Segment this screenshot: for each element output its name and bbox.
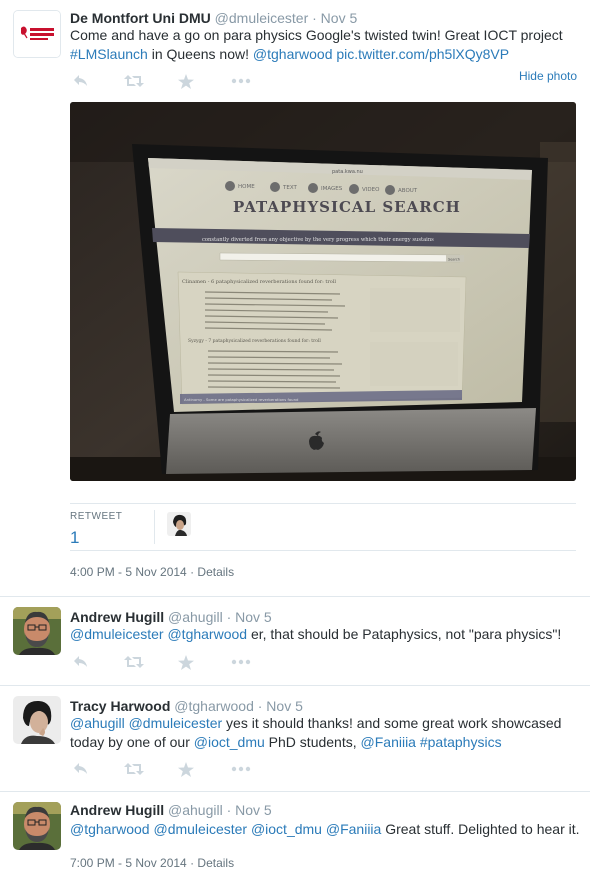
timestamp-text: 4:00 PM - 5 Nov 2014 [70, 565, 187, 579]
results-heading: Clinamen - 6 pataphysicalized reverberat… [182, 279, 336, 285]
mention-link[interactable]: @ahugill [70, 715, 125, 731]
tweet-stats: RETWEET 1 [70, 503, 576, 551]
details-link[interactable]: Details [197, 565, 234, 579]
nav-home: HOME [238, 184, 255, 190]
nav-images: IMAGES [321, 186, 343, 192]
tweet-time[interactable]: · Nov 5 [312, 10, 357, 26]
author-name[interactable]: Andrew Hugill [70, 802, 164, 818]
ahugill-avatar[interactable] [13, 802, 61, 850]
tweet-actions [70, 72, 270, 90]
tweet-text-part: Come and have a go on para physics Googl… [70, 27, 563, 43]
search-button: Search [448, 258, 460, 262]
retweet-count[interactable]: 1 [70, 528, 79, 548]
reply-tweet: Tracy Harwood @tgharwood · Nov 5 @ahugil… [0, 686, 590, 792]
site-title: PATAPHYSICAL SEARCH [233, 198, 461, 216]
tweet-actions [70, 653, 270, 671]
nav-about: ABOUT [398, 188, 418, 194]
tweet-time[interactable]: · Nov 5 [227, 609, 272, 625]
main-tweet: De Montfort Uni DMU @dmuleicester · Nov … [0, 0, 590, 597]
mention-link[interactable]: @tgharwood [167, 626, 247, 642]
mention-link[interactable]: @Faniiia [326, 821, 381, 837]
more-icon[interactable] [230, 760, 252, 778]
site-tagline: constantly diverted from any objective b… [202, 237, 434, 243]
tweet-text: Come and have a go on para physics Googl… [70, 26, 580, 64]
mention-link[interactable]: @tgharwood [253, 46, 333, 62]
hashtag-link[interactable]: #pataphysics [420, 734, 502, 750]
more-icon[interactable] [230, 653, 252, 671]
reply-tweet: Andrew Hugill @ahugill · Nov 5 @dmuleice… [0, 597, 590, 686]
tweet-text: @tgharwood @dmuleicester @ioct_dmu @Fani… [70, 820, 580, 839]
author-name[interactable]: De Montfort Uni DMU [70, 10, 211, 26]
mention-link[interactable]: @ioct_dmu [194, 734, 265, 750]
mention-link[interactable]: @Faniiia [361, 734, 416, 750]
timestamp-text: 7:00 PM - 5 Nov 2014 [70, 856, 187, 870]
imac-photo-image: pata.kwa.nu HOME TEXT IMAGES VIDEO ABOUT… [70, 102, 576, 481]
dmu-logo-icon [14, 11, 60, 57]
tweet-text: @dmuleicester @tgharwood er, that should… [70, 625, 580, 644]
ahugill-avatar[interactable] [13, 607, 61, 655]
reply-icon[interactable] [70, 760, 92, 778]
browser-title: pata.kwa.nu [332, 169, 363, 175]
favorite-icon[interactable] [175, 653, 197, 671]
author-username[interactable]: @tgharwood [174, 698, 254, 714]
tweet-timestamp: 4:00 PM - 5 Nov 2014 · Details [70, 565, 235, 579]
reply-icon[interactable] [70, 72, 92, 90]
author-username[interactable]: @ahugill [168, 802, 223, 818]
hashtag-link[interactable]: #LMSlaunch [70, 46, 148, 62]
more-icon[interactable] [230, 72, 252, 90]
reply-icon[interactable] [70, 653, 92, 671]
mention-link[interactable]: @dmuleicester [129, 715, 223, 731]
retweet-icon[interactable] [123, 72, 145, 90]
nav-text: TEXT [282, 185, 298, 191]
retweet-icon[interactable] [123, 653, 145, 671]
retweeter-avatar[interactable] [167, 512, 191, 536]
photo-link[interactable]: pic.twitter.com/ph5lXQy8VP [336, 46, 509, 62]
tweet-actions [70, 760, 270, 778]
author-name[interactable]: Andrew Hugill [70, 609, 164, 625]
retweet-label: RETWEET [70, 511, 123, 522]
favorite-icon[interactable] [175, 760, 197, 778]
dmu-avatar[interactable] [13, 10, 61, 58]
author-name[interactable]: Tracy Harwood [70, 698, 170, 714]
retweet-icon[interactable] [123, 760, 145, 778]
author-username[interactable]: @dmuleicester [215, 10, 309, 26]
mention-link[interactable]: @dmuleicester [153, 821, 247, 837]
author-username[interactable]: @ahugill [168, 609, 223, 625]
nav-video: VIDEO [362, 187, 380, 193]
tweet-text-part: er, that should be Pataphysics, not "par… [247, 626, 562, 642]
tweet-text: @ahugill @dmuleicester yes it should tha… [70, 714, 580, 752]
tweet-time[interactable]: · Nov 5 [227, 802, 272, 818]
tweet-text-part: in Queens now! [147, 46, 253, 62]
tweet-photo[interactable]: pata.kwa.nu HOME TEXT IMAGES VIDEO ABOUT… [70, 102, 576, 481]
favorite-icon[interactable] [175, 72, 197, 90]
mention-link[interactable]: @tgharwood [70, 821, 150, 837]
tweet-text-part: Great stuff. Delighted to hear it. [381, 821, 580, 837]
results-heading-2: Syzygy - 7 pataphysicalized reverberatio… [188, 338, 321, 344]
stats-divider [154, 510, 155, 544]
mention-link[interactable]: @dmuleicester [70, 626, 164, 642]
tweet-text-part: PhD students, [264, 734, 361, 750]
results-footer: Antinomy - Some are pataphysicalized rev… [184, 397, 299, 402]
tgharwood-avatar[interactable] [13, 696, 61, 744]
reply-tweet: Andrew Hugill @ahugill · Nov 5 @tgharwoo… [0, 792, 590, 881]
tweet-timestamp: 7:00 PM - 5 Nov 2014 · Details [70, 856, 235, 870]
hide-photo-link[interactable]: Hide photo [519, 69, 577, 83]
mention-link[interactable]: @ioct_dmu [251, 821, 322, 837]
tweet-time[interactable]: · Nov 5 [258, 698, 303, 714]
details-link[interactable]: Details [197, 856, 234, 870]
